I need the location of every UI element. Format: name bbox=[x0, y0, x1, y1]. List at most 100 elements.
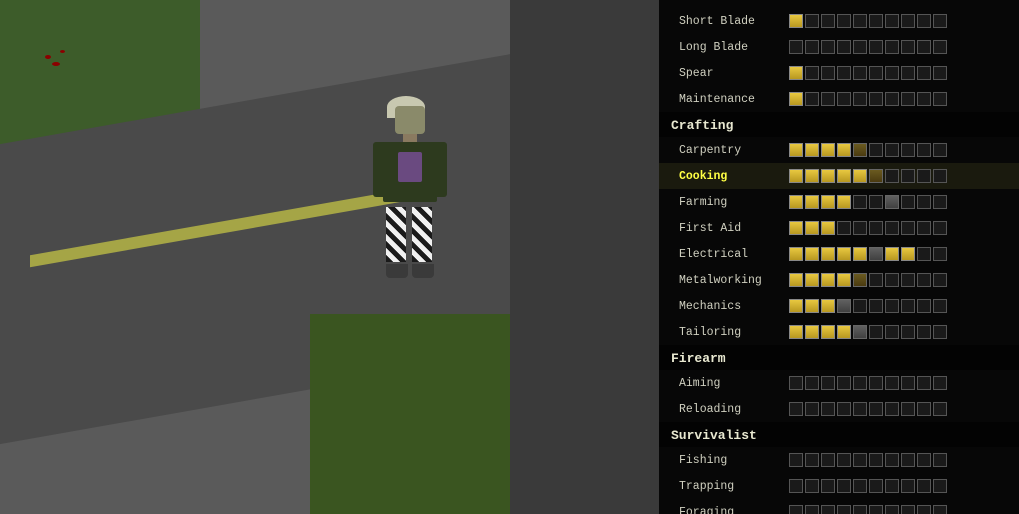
bar-cell bbox=[821, 479, 835, 493]
bar-cell bbox=[869, 325, 883, 339]
bar-cell bbox=[837, 66, 851, 80]
bar-cell bbox=[805, 376, 819, 390]
bar-cell bbox=[917, 40, 931, 54]
bar-cell bbox=[805, 479, 819, 493]
bar-cell bbox=[789, 505, 803, 514]
bar-cell bbox=[885, 92, 899, 106]
skill-name-fishing: Fishing bbox=[679, 454, 789, 467]
bar-cell bbox=[885, 273, 899, 287]
bar-cell bbox=[805, 453, 819, 467]
bar-cell bbox=[853, 40, 867, 54]
bar-cell bbox=[789, 376, 803, 390]
bar-cell bbox=[805, 195, 819, 209]
skill-row-tailoring: Tailoring bbox=[659, 319, 1019, 345]
bars-maintenance bbox=[789, 92, 947, 106]
bar-cell bbox=[869, 195, 883, 209]
bar-cell bbox=[789, 402, 803, 416]
bar-cell bbox=[917, 505, 931, 514]
bar-cell bbox=[805, 247, 819, 261]
crafting-section: Crafting Carpentry Cooking bbox=[659, 112, 1019, 345]
bars-carpentry bbox=[789, 143, 947, 157]
bar-cell bbox=[933, 453, 947, 467]
skill-name-first-aid: First Aid bbox=[679, 222, 789, 235]
bar-cell bbox=[853, 66, 867, 80]
bar-cell bbox=[917, 376, 931, 390]
bar-cell bbox=[933, 505, 947, 514]
bar-cell bbox=[821, 299, 835, 313]
bar-cell bbox=[821, 505, 835, 514]
bar-cell bbox=[837, 143, 851, 157]
bars-tailoring bbox=[789, 325, 947, 339]
skill-name-aiming: Aiming bbox=[679, 377, 789, 390]
bar-cell bbox=[837, 169, 851, 183]
bar-cell bbox=[853, 221, 867, 235]
bar-cell bbox=[885, 299, 899, 313]
skill-name-electrical: Electrical bbox=[679, 248, 789, 261]
bar-cell bbox=[869, 169, 883, 183]
bar-cell bbox=[805, 402, 819, 416]
bar-cell bbox=[933, 221, 947, 235]
firearm-header: Firearm bbox=[659, 345, 1019, 370]
bars-farming bbox=[789, 195, 947, 209]
bars-long-blade bbox=[789, 40, 947, 54]
bar-cell bbox=[917, 195, 931, 209]
bar-cell bbox=[821, 325, 835, 339]
bar-cell bbox=[885, 169, 899, 183]
bar-cell bbox=[885, 66, 899, 80]
game-world bbox=[0, 0, 510, 514]
bar-cell bbox=[917, 453, 931, 467]
bar-cell bbox=[789, 195, 803, 209]
skill-name-maintenance: Maintenance bbox=[679, 93, 789, 106]
bar-cell bbox=[933, 479, 947, 493]
char-head bbox=[395, 106, 425, 134]
combat-skills-group: Short Blade Long Blade bbox=[659, 8, 1019, 112]
bar-cell bbox=[805, 92, 819, 106]
skill-row-aiming: Aiming bbox=[659, 370, 1019, 396]
bar-cell bbox=[837, 505, 851, 514]
bar-cell bbox=[805, 221, 819, 235]
bar-cell bbox=[789, 479, 803, 493]
bar-cell bbox=[885, 325, 899, 339]
bar-cell bbox=[917, 14, 931, 28]
skill-name-short-blade: Short Blade bbox=[679, 15, 789, 28]
bar-cell bbox=[933, 66, 947, 80]
bar-cell bbox=[901, 273, 915, 287]
bar-cell bbox=[853, 479, 867, 493]
skill-row-long-blade: Long Blade bbox=[659, 34, 1019, 60]
blood-spot-1 bbox=[45, 55, 51, 59]
skill-row-fishing: Fishing bbox=[659, 447, 1019, 473]
bar-cell bbox=[885, 40, 899, 54]
bar-cell bbox=[837, 273, 851, 287]
skill-name-tailoring: Tailoring bbox=[679, 326, 789, 339]
bar-cell bbox=[789, 299, 803, 313]
bar-cell bbox=[821, 453, 835, 467]
bar-cell bbox=[837, 402, 851, 416]
bar-cell bbox=[837, 195, 851, 209]
char-legs bbox=[370, 207, 450, 278]
skill-name-reloading: Reloading bbox=[679, 403, 789, 416]
bar-cell bbox=[789, 143, 803, 157]
bar-cell bbox=[821, 376, 835, 390]
bar-cell bbox=[933, 402, 947, 416]
bar-cell bbox=[837, 14, 851, 28]
bar-cell bbox=[901, 14, 915, 28]
bar-cell bbox=[917, 402, 931, 416]
skill-name-long-blade: Long Blade bbox=[679, 41, 789, 54]
bar-cell bbox=[821, 66, 835, 80]
bar-cell bbox=[901, 247, 915, 261]
bar-cell bbox=[853, 325, 867, 339]
bar-cell bbox=[853, 505, 867, 514]
bar-cell bbox=[805, 505, 819, 514]
skill-name-farming: Farming bbox=[679, 196, 789, 209]
bar-cell bbox=[885, 195, 899, 209]
bar-cell bbox=[853, 299, 867, 313]
grass-bottom-right bbox=[310, 314, 510, 514]
bar-cell bbox=[789, 66, 803, 80]
bar-cell bbox=[869, 505, 883, 514]
bars-trapping bbox=[789, 479, 947, 493]
bar-cell bbox=[917, 92, 931, 106]
bar-cell bbox=[789, 325, 803, 339]
bar-cell bbox=[917, 247, 931, 261]
bar-cell bbox=[789, 92, 803, 106]
bars-foraging bbox=[789, 505, 947, 514]
